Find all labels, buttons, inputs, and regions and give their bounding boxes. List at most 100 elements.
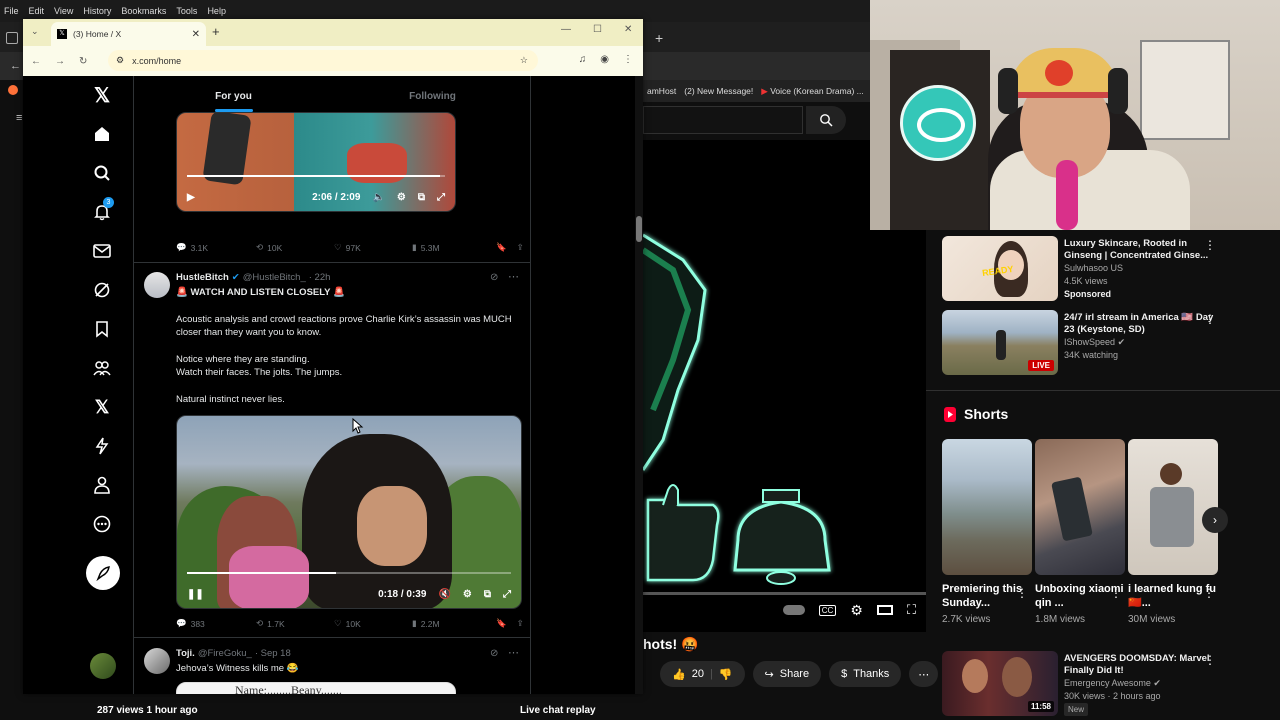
video-settings-icon[interactable]: ⚙ <box>397 192 406 203</box>
live-chat-replay-label[interactable]: Live chat replay <box>520 705 596 716</box>
menu-tools[interactable]: Tools <box>176 6 197 16</box>
pip-icon[interactable]: ⧉ <box>484 589 491 600</box>
bookmark-item[interactable]: amHost <box>647 86 676 96</box>
profile-person-icon[interactable] <box>91 474 113 496</box>
post-time[interactable]: · 22h <box>309 272 331 283</box>
post-video[interactable]: ▶ 2:06 / 2:09 🔈 ⚙ ⧉ ⤢ <box>176 112 456 212</box>
bookmark-item[interactable]: ▶ Voice (Korean Drama) ... <box>761 86 863 97</box>
back-arrow-icon[interactable]: ← <box>31 56 41 67</box>
x-logo-icon[interactable]: 𝕏 <box>91 84 113 107</box>
notifications-bell-icon[interactable]: 3 <box>91 197 114 223</box>
thumbs-up-icon[interactable]: 👍 <box>672 668 686 681</box>
captions-icon[interactable]: CC <box>818 604 837 616</box>
youtube-progress-bar[interactable] <box>643 592 926 595</box>
recommendation-item[interactable]: 11:58 AVENGERS DOOMSDAY: Marvel Finally … <box>942 651 1222 717</box>
autoplay-toggle[interactable] <box>782 605 805 615</box>
post-author-avatar[interactable] <box>144 648 170 674</box>
video-settings-icon[interactable]: ⚙ <box>463 589 472 600</box>
settings-gear-icon[interactable]: ⚙ <box>850 602 863 619</box>
profile-icon[interactable]: ◉ <box>600 54 609 65</box>
pause-icon[interactable]: ❚❚ <box>187 589 204 600</box>
repost-button[interactable]: ⟲ 1.7K <box>256 618 334 629</box>
fullscreen-icon[interactable]: ⛶ <box>907 602 916 618</box>
share-icon[interactable]: ⇪ <box>517 618 524 629</box>
short-thumbnail[interactable] <box>1035 439 1125 575</box>
explore-search-icon[interactable] <box>91 162 113 184</box>
bookmark-item[interactable]: (2) New Message! <box>684 86 753 96</box>
menu-lines-icon[interactable]: ≡ <box>16 112 22 124</box>
mute-icon[interactable]: 🔇 <box>438 589 450 600</box>
share-icon[interactable]: ⇪ <box>517 242 524 253</box>
premium-x-icon[interactable]: 𝕏 <box>91 396 113 418</box>
video-progress-bar[interactable] <box>187 572 511 574</box>
bookmark-star-icon[interactable]: ☆ <box>520 55 528 66</box>
new-tab-icon[interactable]: + <box>212 24 220 39</box>
browser-menu-icon[interactable]: ⋮ <box>623 54 633 65</box>
like-button[interactable]: ♡ 10K <box>334 618 412 629</box>
home-icon[interactable] <box>91 123 113 145</box>
rec-menu-icon[interactable]: ⋮ <box>1204 653 1216 667</box>
menu-history[interactable]: History <box>83 6 111 16</box>
bookmarks-icon[interactable] <box>91 318 113 340</box>
messages-envelope-icon[interactable] <box>91 240 113 262</box>
bookmark-icon[interactable]: 🔖 <box>496 618 507 629</box>
bookmark-icon[interactable]: 🔖 <box>496 242 507 253</box>
post-more-icon[interactable]: ⋯ <box>508 270 519 283</box>
short-menu-icon[interactable]: ⋮ <box>1110 586 1122 600</box>
menu-view[interactable]: View <box>54 6 73 16</box>
reply-button[interactable]: 💬 383 <box>176 618 256 629</box>
post-more-icon[interactable]: ⋯ <box>508 646 519 659</box>
tab-following[interactable]: Following <box>333 76 530 116</box>
youtube-search-button[interactable] <box>806 106 846 134</box>
play-icon[interactable]: ▶ <box>187 192 195 203</box>
shorts-next-arrow-icon[interactable]: › <box>1202 507 1228 533</box>
recommendation-item[interactable]: READY Luxury Skincare, Rooted in Ginseng… <box>942 236 1222 302</box>
forward-arrow-icon[interactable]: → <box>55 56 65 67</box>
views-link[interactable]: ▮ 2.2M <box>412 618 496 629</box>
close-window-icon[interactable]: ✕ <box>624 24 632 35</box>
post-video[interactable]: ❚❚ 0:18 / 0:39 🔇 ⚙ ⧉ ⤢ <box>176 415 522 609</box>
menu-edit[interactable]: Edit <box>29 6 45 16</box>
back-arrow-icon[interactable]: ← <box>10 60 21 72</box>
thanks-button[interactable]: $ Thanks <box>829 661 902 687</box>
author-handle[interactable]: @FireGoku_ <box>198 648 252 659</box>
fullscreen-icon[interactable]: ⤢ <box>503 589 511 600</box>
volume-icon[interactable]: 🔈 <box>372 192 384 203</box>
x-scrollbar[interactable] <box>635 76 643 694</box>
more-actions-button[interactable]: ⋯ <box>909 661 939 687</box>
theater-mode-icon[interactable] <box>876 605 893 615</box>
new-tab-icon[interactable]: + <box>655 30 663 46</box>
like-button[interactable]: ♡ 97K <box>334 242 412 253</box>
video-progress-bar[interactable] <box>187 175 445 177</box>
communities-icon[interactable] <box>91 357 113 379</box>
tab-overview-icon[interactable] <box>6 32 18 44</box>
url-field[interactable]: ⚙ x.com/home ☆ <box>108 50 538 71</box>
grok-icon[interactable] <box>91 279 113 301</box>
media-controls-icon[interactable]: ♫ <box>579 54 587 65</box>
compose-post-button[interactable] <box>86 556 120 590</box>
short-thumbnail[interactable] <box>942 439 1032 575</box>
youtube-search-input[interactable] <box>643 106 803 134</box>
rec-menu-icon[interactable]: ⋮ <box>1204 312 1216 326</box>
rec-menu-icon[interactable]: ⋮ <box>1204 238 1216 252</box>
short-menu-icon[interactable]: ⋮ <box>1203 586 1215 600</box>
tab-list-chevron-icon[interactable]: ⌄ <box>31 26 39 37</box>
share-button[interactable]: ↪ Share <box>752 661 822 687</box>
post-time[interactable]: · Sep 18 <box>255 648 291 659</box>
menu-bookmarks[interactable]: Bookmarks <box>121 6 166 16</box>
repost-button[interactable]: ⟲ 10K <box>256 242 334 253</box>
menu-help[interactable]: Help <box>207 6 226 16</box>
short-menu-icon[interactable]: ⋮ <box>1016 586 1028 600</box>
grok-explain-icon[interactable]: ⊘ <box>490 648 498 659</box>
minimize-icon[interactable]: — <box>561 24 571 35</box>
close-tab-icon[interactable]: ✕ <box>192 29 200 40</box>
views-link[interactable]: ▮ 5.3M <box>412 242 496 253</box>
post-image[interactable]: Name:........Beany....... <box>176 682 456 694</box>
menu-file[interactable]: File <box>4 6 19 16</box>
recommendation-item[interactable]: LIVE 24/7 irl stream in America 🇺🇸 Day 2… <box>942 310 1222 376</box>
short-thumbnail[interactable] <box>1128 439 1218 575</box>
fullscreen-icon[interactable]: ⤢ <box>437 192 445 203</box>
tab-for-you[interactable]: For you <box>134 76 333 116</box>
reload-icon[interactable]: ↻ <box>79 56 87 67</box>
maximize-icon[interactable]: ☐ <box>593 24 602 35</box>
